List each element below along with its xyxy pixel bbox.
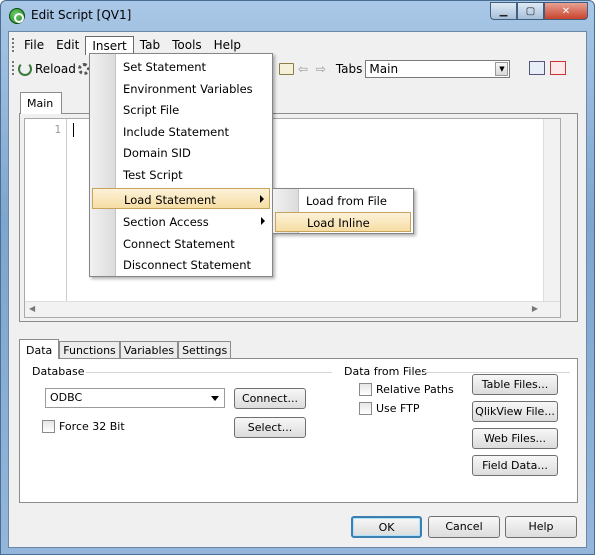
menubar-grip[interactable] <box>12 38 14 52</box>
database-select-value: ODBC <box>50 391 83 404</box>
chevron-down-icon[interactable]: ▼ <box>495 62 509 76</box>
relative-paths-label: Relative Paths <box>376 383 454 396</box>
menu-item-connect-statement[interactable]: Connect Statement <box>92 233 270 254</box>
menu-file[interactable]: File <box>18 36 50 54</box>
close-button[interactable]: ✕ <box>544 2 588 20</box>
reload-label: Reload <box>35 62 76 76</box>
checkbox-box[interactable] <box>359 383 372 396</box>
select-button[interactable]: Select... <box>234 417 306 438</box>
menu-item-section-access[interactable]: Section Access <box>92 211 270 232</box>
scroll-right-icon[interactable]: ▶ <box>532 304 538 313</box>
chevron-down-icon <box>211 396 219 401</box>
files-divider <box>422 372 570 373</box>
line-number: 1 <box>54 123 61 136</box>
tree-view-icon[interactable] <box>529 61 545 75</box>
submenu-arrow-icon <box>260 195 264 203</box>
table-files-button[interactable]: Table Files... <box>472 374 558 395</box>
tab-data[interactable]: Data <box>19 339 60 359</box>
tabs-select[interactable]: Main ▼ <box>365 60 511 78</box>
force-32-bit-label: Force 32 Bit <box>59 420 125 433</box>
menu-bar: File Edit Insert Tab Tools Help <box>9 35 586 55</box>
lower-panel: Data Functions Variables Settings Databa… <box>19 339 578 539</box>
database-divider <box>86 372 332 373</box>
checkbox-box[interactable] <box>42 420 55 433</box>
scroll-left-icon[interactable]: ◀ <box>29 304 35 313</box>
menu-item-environment-variables[interactable]: Environment Variables <box>92 78 270 99</box>
tab-variables[interactable]: Variables <box>119 341 179 359</box>
menu-item-load-statement-label: Load Statement <box>124 193 216 207</box>
back-arrow-icon[interactable]: ⇦ <box>298 62 312 76</box>
horizontal-scrollbar[interactable]: ◀ ▶ <box>25 301 560 317</box>
maximize-button[interactable]: ▢ <box>517 2 544 20</box>
tabs-select-value: Main <box>369 62 399 76</box>
qlikview-file-button[interactable]: QlikView File... <box>472 401 558 422</box>
connect-button[interactable]: Connect... <box>234 388 306 409</box>
menu-item-domain-sid[interactable]: Domain SID <box>92 142 270 163</box>
menu-item-test-script[interactable]: Test Script <box>92 164 270 185</box>
submenu-arrow-icon <box>261 217 265 225</box>
menu-item-section-access-label: Section Access <box>123 215 209 229</box>
database-select[interactable]: ODBC <box>45 388 225 408</box>
text-caret <box>73 123 74 137</box>
menu-tab[interactable]: Tab <box>134 36 166 54</box>
menu-tools[interactable]: Tools <box>166 36 208 54</box>
menu-item-set-statement[interactable]: Set Statement <box>92 56 270 77</box>
menu-item-include-statement[interactable]: Include Statement <box>92 121 270 142</box>
web-files-button[interactable]: Web Files... <box>472 428 558 449</box>
menu-item-load-inline[interactable]: Load Inline <box>275 212 411 232</box>
tab-settings[interactable]: Settings <box>178 341 232 359</box>
tab-functions[interactable]: Functions <box>59 341 120 359</box>
reload-icon <box>18 62 32 76</box>
menu-insert[interactable]: Insert <box>85 35 134 55</box>
insert-menu-dropdown: Set Statement Environment Variables Scri… <box>89 53 273 277</box>
reload-button[interactable]: Reload <box>18 62 76 76</box>
force-32-bit-checkbox[interactable]: Force 32 Bit <box>42 420 125 433</box>
forward-arrow-icon[interactable]: ⇨ <box>316 62 330 76</box>
checkbox-box[interactable] <box>359 402 372 415</box>
tabs-label: Tabs <box>335 62 363 76</box>
wrap-lines-icon[interactable] <box>550 61 566 75</box>
tab-main[interactable]: Main <box>20 92 62 114</box>
minimize-button[interactable]: ▁ <box>490 2 517 20</box>
field-data-button[interactable]: Field Data... <box>472 455 558 476</box>
title-bar[interactable]: Edit Script [QV1] ▁ ▢ ✕ <box>1 1 594 31</box>
menu-item-disconnect-statement[interactable]: Disconnect Statement <box>92 254 270 275</box>
load-statement-submenu: Load from File Load Inline <box>272 188 414 234</box>
database-group-label: Database <box>32 365 85 378</box>
menu-item-load-from-file[interactable]: Load from File <box>275 191 411 211</box>
menu-edit[interactable]: Edit <box>50 36 85 54</box>
cancel-button[interactable]: Cancel <box>428 516 500 538</box>
ok-button[interactable]: OK <box>351 516 422 538</box>
data-tab-panel: Database ODBC Connect... Select... Force… <box>19 358 578 503</box>
folder-icon[interactable] <box>278 63 294 75</box>
line-gutter: 1 <box>25 119 67 303</box>
use-ftp-label: Use FTP <box>376 402 420 415</box>
use-ftp-checkbox[interactable]: Use FTP <box>359 402 420 415</box>
toolbar-grip[interactable] <box>12 61 14 77</box>
menu-help[interactable]: Help <box>208 36 247 54</box>
vertical-scrollbar[interactable] <box>543 119 560 303</box>
menu-item-script-file[interactable]: Script File <box>92 99 270 120</box>
window-title: Edit Script [QV1] <box>31 8 132 22</box>
relative-paths-checkbox[interactable]: Relative Paths <box>359 383 454 396</box>
menu-item-load-statement[interactable]: Load Statement <box>92 188 270 209</box>
lower-tabs: Data Functions Variables Settings <box>19 339 232 359</box>
help-button[interactable]: Help <box>505 516 577 538</box>
qlikview-app-icon <box>9 8 25 24</box>
files-group-label: Data from Files <box>344 365 427 378</box>
